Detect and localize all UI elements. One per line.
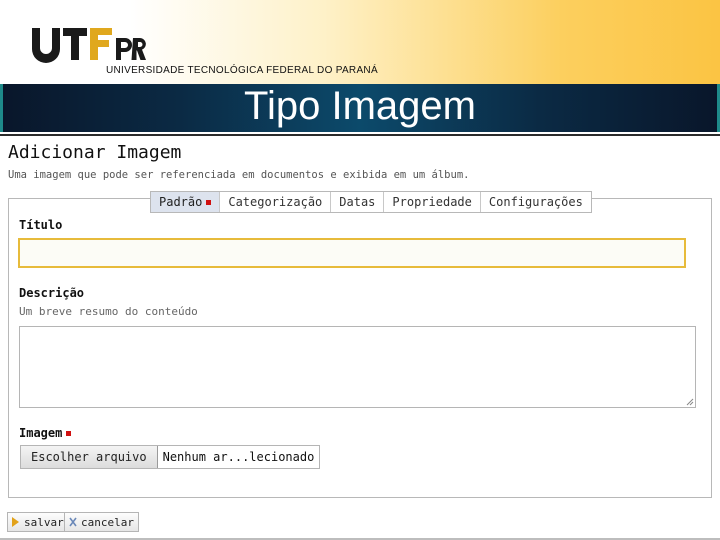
title-input[interactable] xyxy=(18,238,686,268)
description-help: Um breve resumo do conteúdo xyxy=(19,305,198,318)
choose-file-button[interactable]: Escolher arquivo xyxy=(21,446,158,468)
tab-configuracoes[interactable]: Configurações xyxy=(481,192,591,212)
tab-label: Padrão xyxy=(159,195,203,209)
required-marker-icon xyxy=(206,200,212,205)
tab-propriedade[interactable]: Propriedade xyxy=(384,192,481,212)
divider xyxy=(0,134,720,136)
university-name: UNIVERSIDADE TECNOLÓGICA FEDERAL DO PARA… xyxy=(106,65,378,76)
tab-datas[interactable]: Datas xyxy=(331,192,385,212)
tab-padrao[interactable]: Padrão xyxy=(151,192,221,212)
resize-grip-icon[interactable] xyxy=(684,396,694,406)
save-label: salvar xyxy=(24,515,64,529)
save-button[interactable]: salvar xyxy=(7,512,69,532)
header-banner: UNIVERSIDADE TECNOLÓGICA FEDERAL DO PARA… xyxy=(0,0,720,84)
required-marker-icon xyxy=(66,431,72,436)
description-label: Descrição xyxy=(19,286,85,300)
utfpr-logo xyxy=(32,28,146,63)
image-label-text: Imagem xyxy=(19,426,63,440)
file-picker: Escolher arquivo Nenhum ar...lecionado xyxy=(20,445,321,469)
file-status: Nenhum ar...lecionado xyxy=(162,450,315,464)
image-label: Imagem xyxy=(19,426,72,440)
cancel-button[interactable]: cancelar xyxy=(64,512,139,532)
slide-title: Tipo Imagem xyxy=(244,84,476,128)
arrow-right-icon xyxy=(12,517,19,527)
form-tabs: Padrão Categorização Datas Propriedade C… xyxy=(150,191,592,213)
description-textarea[interactable] xyxy=(19,326,696,408)
cancel-icon xyxy=(69,517,77,527)
cancel-label: cancelar xyxy=(81,515,134,529)
page-description: Uma imagem que pode ser referenciada em … xyxy=(8,169,470,181)
page-heading: Adicionar Imagem xyxy=(8,142,182,163)
title-label: Título xyxy=(19,218,63,232)
tab-categorizacao[interactable]: Categorização xyxy=(220,192,332,212)
add-image-form-screenshot: Adicionar Imagem Uma imagem que pode ser… xyxy=(0,134,720,540)
